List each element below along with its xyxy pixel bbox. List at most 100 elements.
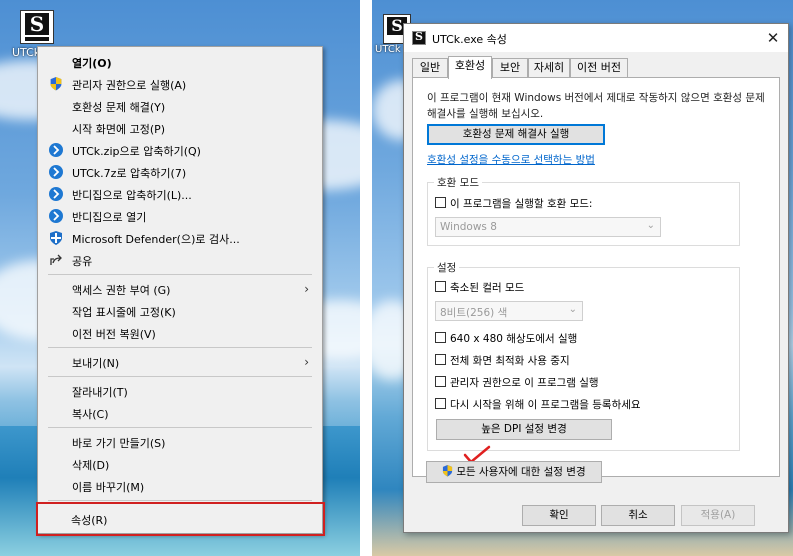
color-select[interactable]: 8비트(256) 색 ⌄: [435, 301, 583, 321]
compat-mode-checkbox[interactable]: 이 프로그램을 실행할 호환 모드:: [435, 195, 685, 211]
settings-group: 설정 축소된 컬러 모드 8비트(256) 색 ⌄ 640 x 480 해상도에…: [427, 260, 740, 451]
menu-separator: [48, 427, 312, 428]
menu-item-c[interactable]: 복사(C): [39, 402, 321, 424]
context-menu: 열기(O) 관리자 권한으로 실행(A) 호환성 문제 해결(Y) 시작 화면에 고정…: [36, 46, 325, 536]
menu-item-label: 잘라내기(T): [72, 386, 128, 399]
chevron-right-icon: ›: [304, 282, 309, 296]
compatibility-panel: 이 프로그램이 현재 Windows 버전에서 제대로 작동하지 않으면 호환성…: [412, 77, 780, 477]
defender-icon: [49, 231, 63, 245]
chevron-down-icon: ⌄: [646, 220, 655, 231]
menu-item-microsoft-defender[interactable]: Microsoft Defender(으)로 검사...: [39, 227, 321, 249]
res-640-checkbox[interactable]: 640 x 480 해상도에서 실행: [435, 330, 655, 346]
menu-item-label: 속성(R): [71, 514, 108, 527]
menu-item-item-0-9[interactable]: 공유: [39, 249, 321, 271]
menu-item-k[interactable]: 작업 표시줄에 고정(K): [39, 300, 321, 322]
high-dpi-button[interactable]: 높은 DPI 설정 변경: [436, 419, 612, 440]
menu-item-m[interactable]: 이름 바꾸기(M): [39, 475, 321, 497]
tab-details[interactable]: 자세히: [528, 58, 570, 78]
menu-separator: [48, 274, 312, 275]
reduced-color-checkbox[interactable]: 축소된 컬러 모드: [435, 279, 635, 295]
menu-item-label: 보내기(N): [72, 357, 120, 370]
chevron-down-icon: ⌄: [568, 304, 577, 315]
tab-security[interactable]: 보안: [492, 58, 528, 78]
menu-item-label: 관리자 권한으로 실행(A): [72, 79, 187, 92]
menu-item-label: 작업 표시줄에 고정(K): [72, 306, 176, 319]
desktop-icon-label: UTCk: [12, 46, 41, 59]
menu-item-s[interactable]: 바로 가기 만들기(S): [39, 431, 321, 453]
menu-item-g[interactable]: 액세스 권한 부여 (G) ›: [39, 278, 321, 300]
dialog-titlebar[interactable]: UTCk.exe 속성 ✕: [404, 24, 788, 52]
dialog-title: UTCk.exe 속성: [432, 33, 507, 46]
compat-mode-group: 호환 모드 이 프로그램을 실행할 호환 모드: Windows 8 ⌄: [427, 175, 740, 246]
fullscreen-opt-checkbox[interactable]: 전체 화면 최적화 사용 중지: [435, 352, 655, 368]
desktop-right: S UTCk UTCk.exe 속성 ✕ 일반 호환성 보안 자세히 이전 버전…: [372, 0, 793, 556]
os-select-value: Windows 8: [440, 221, 497, 233]
desktop-icon-label-right: UTCk: [375, 44, 401, 55]
menu-item-label: 바로 가기 만들기(S): [72, 437, 166, 450]
manual-settings-link[interactable]: 호환성 설정을 수동으로 선택하는 방법: [427, 152, 595, 167]
tab-general[interactable]: 일반: [412, 58, 448, 78]
share-icon: [49, 253, 63, 267]
bandizip-icon: [49, 143, 63, 157]
bandizip-icon: [49, 209, 63, 223]
bandizip-icon: [49, 187, 63, 201]
apply-button[interactable]: 적용(A): [681, 505, 755, 526]
checkbox[interactable]: [435, 281, 446, 292]
menu-item-n[interactable]: 보내기(N) ›: [39, 351, 321, 373]
menu-item-utck-7z-7[interactable]: UTCk.7z로 압축하기(7): [39, 161, 321, 183]
menu-item-label: 시작 화면에 고정(P): [72, 123, 166, 136]
uac-shield-icon: [49, 77, 63, 91]
compat-mode-title: 호환 모드: [434, 175, 482, 190]
ok-button[interactable]: 확인: [522, 505, 596, 526]
uac-shield-icon: [443, 465, 453, 477]
menu-item-y[interactable]: 호환성 문제 해결(Y): [39, 95, 321, 117]
menu-item-item-0-7[interactable]: 반디집으로 열기: [39, 205, 321, 227]
menu-item-label: 반디집으로 압축하기(L)...: [72, 189, 192, 202]
color-select-value: 8비트(256) 색: [440, 307, 508, 319]
properties-dialog: UTCk.exe 속성 ✕ 일반 호환성 보안 자세히 이전 버전 이 프로그램…: [403, 23, 789, 533]
checkbox[interactable]: [435, 332, 446, 343]
os-select[interactable]: Windows 8 ⌄: [435, 217, 661, 237]
menu-item-utck-zip-q[interactable]: UTCk.zip으로 압축하기(Q): [39, 139, 321, 161]
menu-item-label: UTCk.zip으로 압축하기(Q): [72, 145, 201, 158]
compat-mode-label: 이 프로그램을 실행할 호환 모드:: [450, 198, 593, 210]
menu-item-label: UTCk.7z로 압축하기(7): [72, 167, 187, 180]
all-users-button[interactable]: 모든 사용자에 대한 설정 변경: [426, 461, 602, 483]
checkbox[interactable]: [435, 376, 446, 387]
menu-separator: [48, 376, 312, 377]
intro-text: 이 프로그램이 현재 Windows 버전에서 제대로 작동하지 않으면 호환성…: [427, 92, 765, 120]
menu-item-t[interactable]: 잘라내기(T): [39, 380, 321, 402]
app-logo-icon: S: [25, 13, 49, 35]
run-as-admin-label: 관리자 권한으로 이 프로그램 실행: [450, 377, 599, 389]
close-icon[interactable]: ✕: [758, 24, 788, 52]
tab-previous-versions[interactable]: 이전 버전: [570, 58, 628, 78]
settings-title: 설정: [434, 260, 460, 275]
menu-item-label: 복사(C): [72, 408, 109, 421]
checkbox[interactable]: [435, 354, 446, 365]
menu-item-label: 액세스 권한 부여 (G): [72, 284, 171, 297]
menu-item-label: Microsoft Defender(으)로 검사...: [72, 233, 240, 246]
menu-item-l[interactable]: 반디집으로 압축하기(L)...: [39, 183, 321, 205]
menu-item-r[interactable]: 속성(R): [36, 502, 325, 536]
menu-item-v[interactable]: 이전 버전 복원(V): [39, 322, 321, 344]
tab-compatibility[interactable]: 호환성: [448, 56, 492, 79]
run-as-admin-checkbox[interactable]: 관리자 권한으로 이 프로그램 실행: [435, 374, 675, 390]
chevron-right-icon: ›: [304, 355, 309, 369]
checkbox[interactable]: [435, 398, 446, 409]
cancel-button[interactable]: 취소: [601, 505, 675, 526]
menu-separator: [48, 500, 312, 501]
utck-desktop-icon[interactable]: S: [20, 10, 54, 44]
menu-item-o[interactable]: 열기(O): [39, 51, 321, 73]
desktop-left: S UTCk 열기(O) 관리자 권한으로 실행(A) 호환성 문제 해결(Y) 시작…: [0, 0, 360, 556]
menu-item-label: 삭제(D): [72, 459, 110, 472]
register-restart-checkbox[interactable]: 다시 시작을 위해 이 프로그램을 등록하세요: [435, 396, 705, 412]
res-640-label: 640 x 480 해상도에서 실행: [450, 333, 578, 345]
checkbox[interactable]: [435, 197, 446, 208]
menu-item-p[interactable]: 시작 화면에 고정(P): [39, 117, 321, 139]
troubleshooter-button[interactable]: 호환성 문제 해결사 실행: [427, 124, 605, 145]
app-icon: [412, 30, 426, 45]
menu-item-d[interactable]: 삭제(D): [39, 453, 321, 475]
menu-item-a[interactable]: 관리자 권한으로 실행(A): [39, 73, 321, 95]
menu-item-label: 열기(O): [72, 57, 112, 70]
bandizip-icon: [49, 165, 63, 179]
